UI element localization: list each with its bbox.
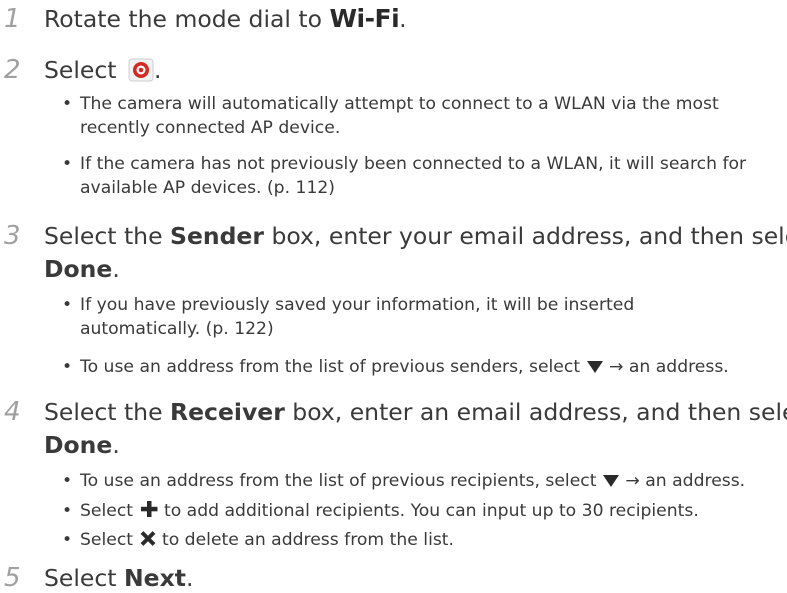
- step-4-c: box, enter an email address, and then se…: [284, 398, 787, 426]
- step-2-post: .: [153, 56, 162, 84]
- step-4-a: Select the: [44, 398, 171, 426]
- bullet-pre: To use an address from the list of previ…: [80, 357, 586, 377]
- step-4-text-cont: Done.: [44, 430, 120, 460]
- step-number: 2: [4, 55, 21, 85]
- bullet-pre: Select: [80, 530, 139, 550]
- triangle-down-icon[interactable]: [602, 471, 620, 495]
- bullet-line: If you have previously saved your inform…: [80, 295, 635, 315]
- bullet-line: available AP devices. (p. 112): [80, 178, 336, 198]
- bullet-pre: Select: [80, 501, 139, 521]
- step-5-c: .: [185, 564, 194, 592]
- bullet-post: to add additional recipients. You can in…: [158, 501, 699, 521]
- triangle-down-icon[interactable]: [586, 357, 604, 381]
- done-label: Done: [44, 431, 113, 459]
- bullet-post: → an address.: [603, 357, 729, 377]
- receiver-label: Receiver: [170, 398, 285, 426]
- step-3-c: box, enter your email address, and then …: [263, 222, 787, 250]
- next-label: Next: [123, 564, 186, 592]
- bullet-line: recently connected AP device.: [80, 118, 341, 138]
- step-5-a: Select: [44, 564, 124, 592]
- email-app-icon[interactable]: [128, 58, 154, 82]
- step-2-pre: Select: [44, 56, 124, 84]
- step-number: 3: [4, 221, 21, 251]
- step-4-e: .: [112, 431, 120, 459]
- x-icon[interactable]: [139, 530, 157, 554]
- step-number: 4: [4, 397, 21, 427]
- step-3-a: Select the: [44, 222, 171, 250]
- bullet-line: automatically. (p. 122): [80, 319, 274, 339]
- step-1-text: Rotate the mode dial to Wi-Fi.: [44, 4, 407, 34]
- list-item: To use an address from the list of previ…: [60, 469, 775, 495]
- list-item: Select to delete an address from the lis…: [60, 528, 775, 554]
- step-3-text-cont: Done.: [44, 254, 120, 284]
- mode-wifi-label: Wi-Fi: [329, 4, 400, 33]
- list-item: Select to add additional recipients. You…: [60, 499, 775, 525]
- list-item: If the camera has not previously been co…: [60, 152, 775, 200]
- step-3-e: .: [112, 255, 120, 283]
- bullet-line: The camera will automatically attempt to…: [80, 94, 719, 114]
- bullet-post: to delete an address from the list.: [156, 530, 455, 550]
- step-3-text: Select the Sender box, enter your email …: [44, 221, 787, 251]
- step-1-post: .: [399, 5, 407, 33]
- plus-icon[interactable]: [139, 500, 159, 525]
- list-item: To use an address from the list of previ…: [60, 355, 775, 381]
- step-4-text: Select the Receiver box, enter an email …: [44, 397, 787, 427]
- list-item: If you have previously saved your inform…: [60, 293, 775, 341]
- step-1-pre: Rotate the mode dial to: [44, 5, 330, 33]
- bullet-line: If the camera has not previously been co…: [80, 154, 747, 174]
- step-2-text: Select .: [44, 55, 161, 85]
- list-item: The camera will automatically attempt to…: [60, 92, 775, 140]
- bullet-pre: To use an address from the list of previ…: [80, 471, 602, 491]
- sender-label: Sender: [170, 222, 264, 250]
- done-label: Done: [44, 255, 113, 283]
- step-number: 1: [4, 4, 21, 34]
- bullet-post: → an address.: [619, 471, 746, 491]
